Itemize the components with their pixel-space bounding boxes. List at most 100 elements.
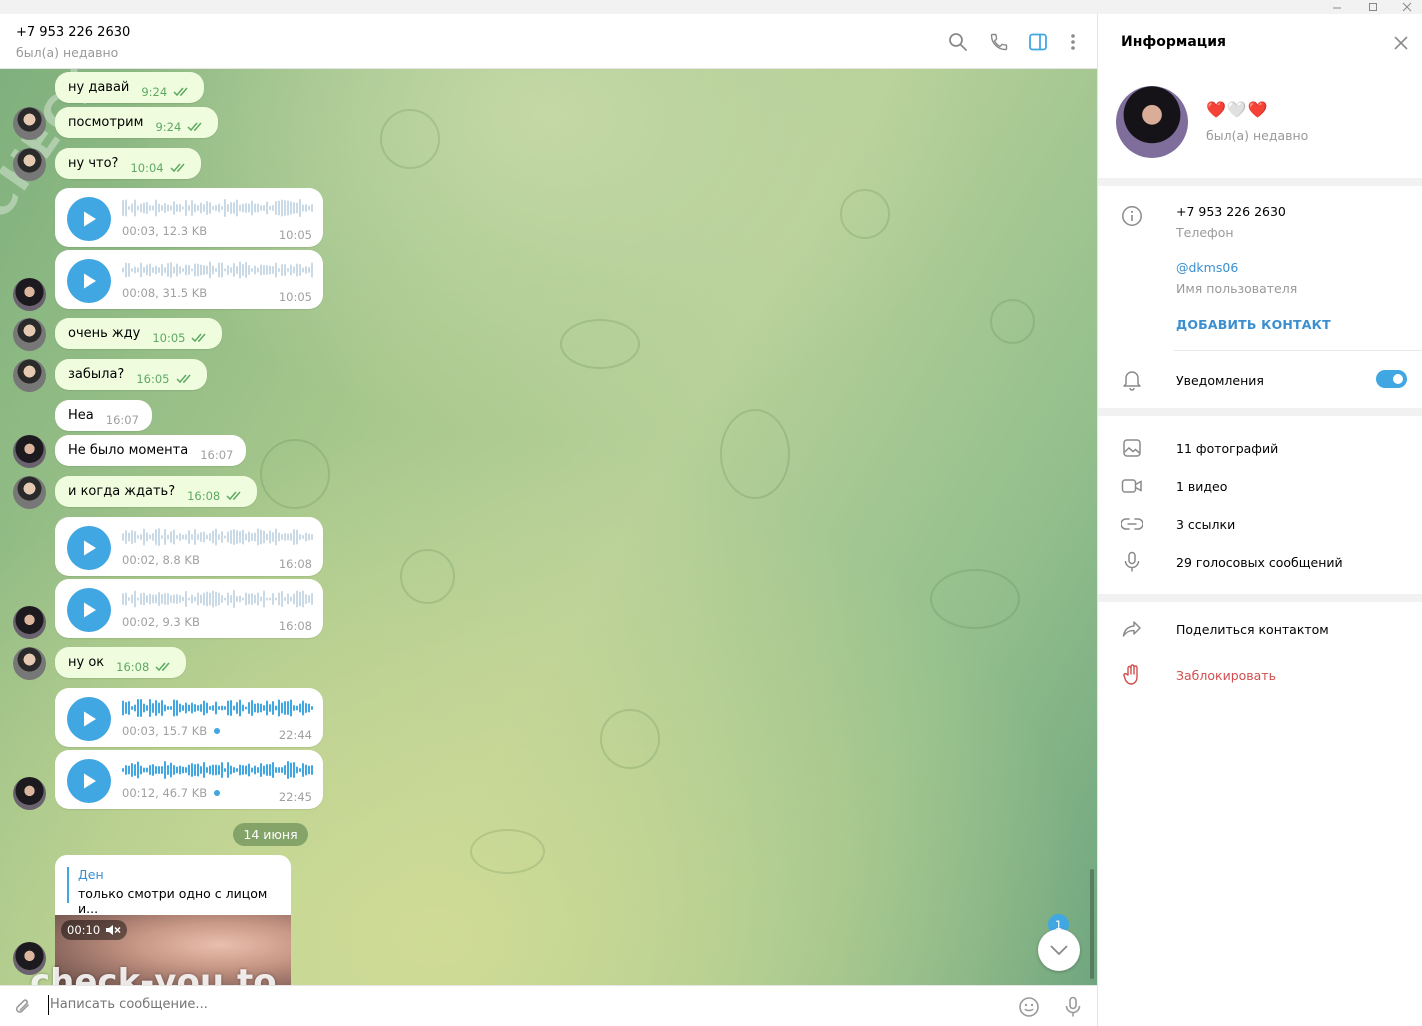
waveform-bar: [305, 532, 307, 542]
muted-speaker-icon[interactable]: [105, 924, 121, 936]
play-icon[interactable]: [67, 588, 111, 632]
unplayed-dot: [214, 728, 221, 734]
chat-messages-area[interactable]: CHECKYOU.ME ну давай 9:24 посмотрим 9:24…: [0, 69, 1097, 985]
add-contact-button[interactable]: ДОБАВИТЬ КОНТАКТ: [1176, 317, 1331, 332]
message-bubble[interactable]: Не было момента 16:07: [55, 435, 247, 466]
reply-quote[interactable]: Ден только смотри одно с лицом и...: [67, 867, 291, 916]
waveform-bar: [179, 595, 181, 603]
phone-icon[interactable]: [987, 30, 1011, 54]
close-window-icon[interactable]: [1390, 0, 1422, 14]
message-bubble[interactable]: Неа 16:07: [55, 400, 152, 431]
message-bubble[interactable]: и когда ждать? 16:08: [55, 476, 258, 507]
voice-message[interactable]: 00:03, 12.3 KB 10:05: [55, 188, 323, 247]
waveform-bar: [146, 264, 148, 276]
avatar[interactable]: [13, 107, 46, 140]
media-voice[interactable]: 29 голосовых сообщений: [1176, 555, 1343, 570]
avatar[interactable]: [13, 148, 46, 181]
waveform-bar: [137, 597, 139, 601]
waveform[interactable]: [122, 260, 314, 280]
play-icon[interactable]: [67, 526, 111, 570]
message-time: 9:24: [155, 119, 182, 134]
waveform-bar: [260, 596, 262, 602]
double-check-icon: [173, 87, 188, 96]
message-bubble[interactable]: ну ок 16:08: [55, 647, 187, 678]
avatar[interactable]: [13, 435, 46, 468]
message-bubble[interactable]: ну давай 9:24: [55, 72, 205, 103]
waveform[interactable]: [122, 527, 314, 547]
message-bubble[interactable]: очень жду 10:05: [55, 318, 223, 349]
sidebar-toggle-icon[interactable]: [1026, 30, 1050, 54]
search-icon[interactable]: [946, 30, 970, 54]
avatar[interactable]: [13, 318, 46, 351]
waveform[interactable]: [122, 760, 314, 780]
waveform-bar: [233, 705, 235, 711]
more-icon[interactable]: [1061, 30, 1085, 54]
avatar[interactable]: [13, 476, 46, 509]
scroll-down-button[interactable]: [1038, 929, 1080, 971]
waveform-bar: [254, 532, 256, 542]
attach-icon[interactable]: [11, 995, 35, 1019]
waveform-bar: [230, 530, 232, 544]
waveform-bar: [140, 765, 142, 775]
waveform-bar: [251, 533, 253, 541]
avatar[interactable]: [13, 278, 46, 311]
profile-avatar[interactable]: [1116, 86, 1188, 158]
block-button[interactable]: Заблокировать: [1176, 668, 1276, 683]
waveform-bar: [239, 595, 241, 603]
message-bubble[interactable]: посмотрим 9:24: [55, 107, 219, 138]
notifications-toggle[interactable]: [1376, 370, 1407, 388]
waveform-bar: [149, 205, 151, 211]
avatar[interactable]: [13, 777, 46, 810]
waveform-bar: [194, 263, 196, 277]
username-value[interactable]: @dkms06: [1176, 260, 1238, 275]
message-bubble[interactable]: забыла? 16:05: [55, 359, 207, 390]
share-contact-button[interactable]: Поделиться контактом: [1176, 622, 1329, 637]
waveform-bar: [218, 592, 220, 606]
minimize-icon[interactable]: [1320, 0, 1354, 14]
voice-message[interactable]: 00:02, 9.3 KB 16:08: [55, 579, 323, 638]
media-links[interactable]: 3 ссылки: [1176, 517, 1235, 532]
date-separator[interactable]: 14 июня: [233, 823, 308, 846]
avatar[interactable]: [13, 359, 46, 392]
waveform-bar: [254, 765, 256, 775]
phone-value[interactable]: +7 953 226 2630: [1176, 204, 1286, 219]
waveform-bar: [173, 699, 175, 717]
waveform-bar: [251, 200, 253, 216]
voice-message[interactable]: 00:12, 46.7 KB 22:45: [55, 750, 323, 809]
message-bubble[interactable]: ну что? 10:04: [55, 148, 201, 179]
waveform-bar: [296, 705, 298, 711]
maximize-icon[interactable]: [1356, 0, 1390, 14]
waveform-bar: [290, 699, 292, 717]
waveform[interactable]: [122, 698, 314, 718]
video-duration-badge[interactable]: 00:10: [61, 920, 128, 940]
media-videos[interactable]: 1 видео: [1176, 479, 1227, 494]
play-icon[interactable]: [67, 697, 111, 741]
play-icon[interactable]: [67, 197, 111, 241]
emoji-icon[interactable]: [1017, 995, 1041, 1019]
voice-message[interactable]: 00:02, 8.8 KB 16:08: [55, 517, 323, 576]
message-input[interactable]: [50, 997, 950, 1012]
waveform-bar: [305, 703, 307, 713]
waveform-bar: [146, 705, 148, 711]
microphone-icon[interactable]: [1061, 995, 1085, 1019]
play-icon[interactable]: [67, 759, 111, 803]
close-icon[interactable]: [1391, 33, 1411, 53]
reply-author: Ден: [78, 867, 104, 882]
avatar[interactable]: [13, 647, 46, 680]
waveform-bar: [134, 531, 136, 543]
waveform[interactable]: [122, 198, 314, 218]
waveform-bar: [227, 531, 229, 543]
chat-title[interactable]: +7 953 226 2630: [16, 25, 130, 40]
waveform[interactable]: [122, 589, 314, 609]
waveform-bar: [245, 203, 247, 213]
waveform-bar: [131, 594, 133, 604]
waveform-bar: [257, 203, 259, 213]
play-icon[interactable]: [67, 259, 111, 303]
avatar[interactable]: [13, 606, 46, 639]
waveform-bar: [188, 530, 190, 544]
media-photos[interactable]: 11 фотографий: [1176, 441, 1278, 456]
voice-message[interactable]: 00:03, 15.7 KB 22:44: [55, 688, 323, 747]
waveform-bar: [296, 529, 298, 545]
voice-message[interactable]: 00:08, 31.5 KB 10:05: [55, 250, 323, 309]
chat-scrollbar[interactable]: [1090, 869, 1094, 979]
